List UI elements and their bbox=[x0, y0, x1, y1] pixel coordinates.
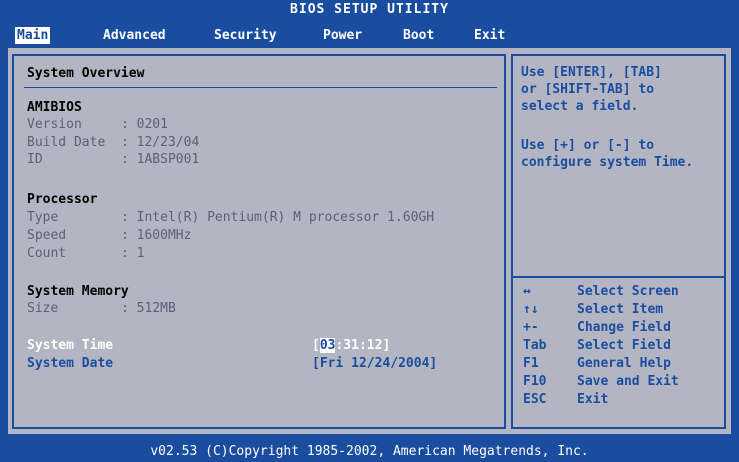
memory-size-label: Size bbox=[27, 301, 59, 316]
memory-heading: System Memory bbox=[27, 284, 129, 299]
esc-key: ESC bbox=[523, 392, 547, 407]
time-hour-field[interactable]: 03 bbox=[319, 338, 336, 353]
tab-power[interactable]: Power bbox=[321, 27, 364, 44]
type-label: Type bbox=[27, 210, 59, 225]
speed-label: Speed bbox=[27, 228, 67, 243]
help-line-3: select a field. bbox=[521, 99, 639, 114]
help-line-2: or [SHIFT-TAB] to bbox=[521, 82, 655, 97]
build-date-label: Build Date bbox=[27, 135, 106, 150]
key-action-general-help: General Help bbox=[577, 356, 671, 371]
speed-value: : 1600MHz bbox=[121, 228, 192, 243]
key-action-exit: Exit bbox=[577, 392, 609, 407]
type-value: : Intel(R) Pentium(R) M processor 1.60GH bbox=[121, 210, 435, 225]
id-label: ID bbox=[27, 152, 43, 167]
time-minutes-seconds[interactable]: :31:12] bbox=[335, 338, 390, 353]
tab-security[interactable]: Security bbox=[212, 27, 279, 44]
system-time-label[interactable]: System Time bbox=[27, 338, 113, 354]
arrows-lr-icon: ↔ bbox=[523, 284, 531, 299]
help-divider bbox=[513, 276, 724, 278]
f1-key: F1 bbox=[523, 356, 539, 371]
tab-boot[interactable]: Boot bbox=[401, 27, 436, 44]
title-bar: BIOS SETUP UTILITY bbox=[0, 0, 739, 24]
amibios-heading: AMIBIOS bbox=[27, 100, 82, 115]
window-title: BIOS SETUP UTILITY bbox=[290, 2, 449, 17]
key-action-save-exit: Save and Exit bbox=[577, 374, 679, 389]
tab-key: Tab bbox=[523, 338, 547, 353]
key-action-select-field: Select Field bbox=[577, 338, 671, 353]
system-date-field[interactable]: [Fri 12/24/2004] bbox=[312, 356, 437, 372]
version-label: Version bbox=[27, 117, 82, 132]
help-line-5: configure system Time. bbox=[521, 155, 694, 170]
tab-exit[interactable]: Exit bbox=[472, 27, 507, 44]
copyright-footer: v02.53 (C)Copyright 1985-2002, American … bbox=[0, 441, 739, 462]
system-time-field[interactable]: [03:31:12] bbox=[312, 338, 390, 354]
plus-minus-key: +- bbox=[523, 320, 539, 335]
section-heading: System Overview bbox=[27, 66, 145, 81]
key-action-select-item: Select Item bbox=[577, 302, 664, 317]
id-value: : 1ABSP001 bbox=[121, 152, 200, 167]
count-label: Count bbox=[27, 246, 67, 261]
tab-main[interactable]: Main bbox=[15, 27, 51, 44]
key-action-change-field: Change Field bbox=[577, 320, 671, 335]
help-line-1: Use [ENTER], [TAB] bbox=[521, 65, 662, 80]
count-value: : 1 bbox=[121, 246, 145, 261]
arrows-ud-icon: ↑↓ bbox=[523, 302, 539, 317]
system-date-label[interactable]: System Date bbox=[27, 356, 113, 372]
time-bracket: [ bbox=[312, 338, 320, 353]
divider bbox=[24, 87, 497, 88]
key-action-select-screen: Select Screen bbox=[577, 284, 679, 299]
memory-size-value: : 512MB bbox=[121, 301, 176, 316]
build-date-value: : 12/23/04 bbox=[121, 135, 200, 150]
settings-frame bbox=[12, 54, 506, 429]
tab-advanced[interactable]: Advanced bbox=[101, 27, 168, 44]
f10-key: F10 bbox=[523, 374, 547, 389]
help-line-4: Use [+] or [-] to bbox=[521, 138, 655, 153]
processor-heading: Processor bbox=[27, 192, 98, 207]
version-value: : 0201 bbox=[121, 117, 168, 132]
